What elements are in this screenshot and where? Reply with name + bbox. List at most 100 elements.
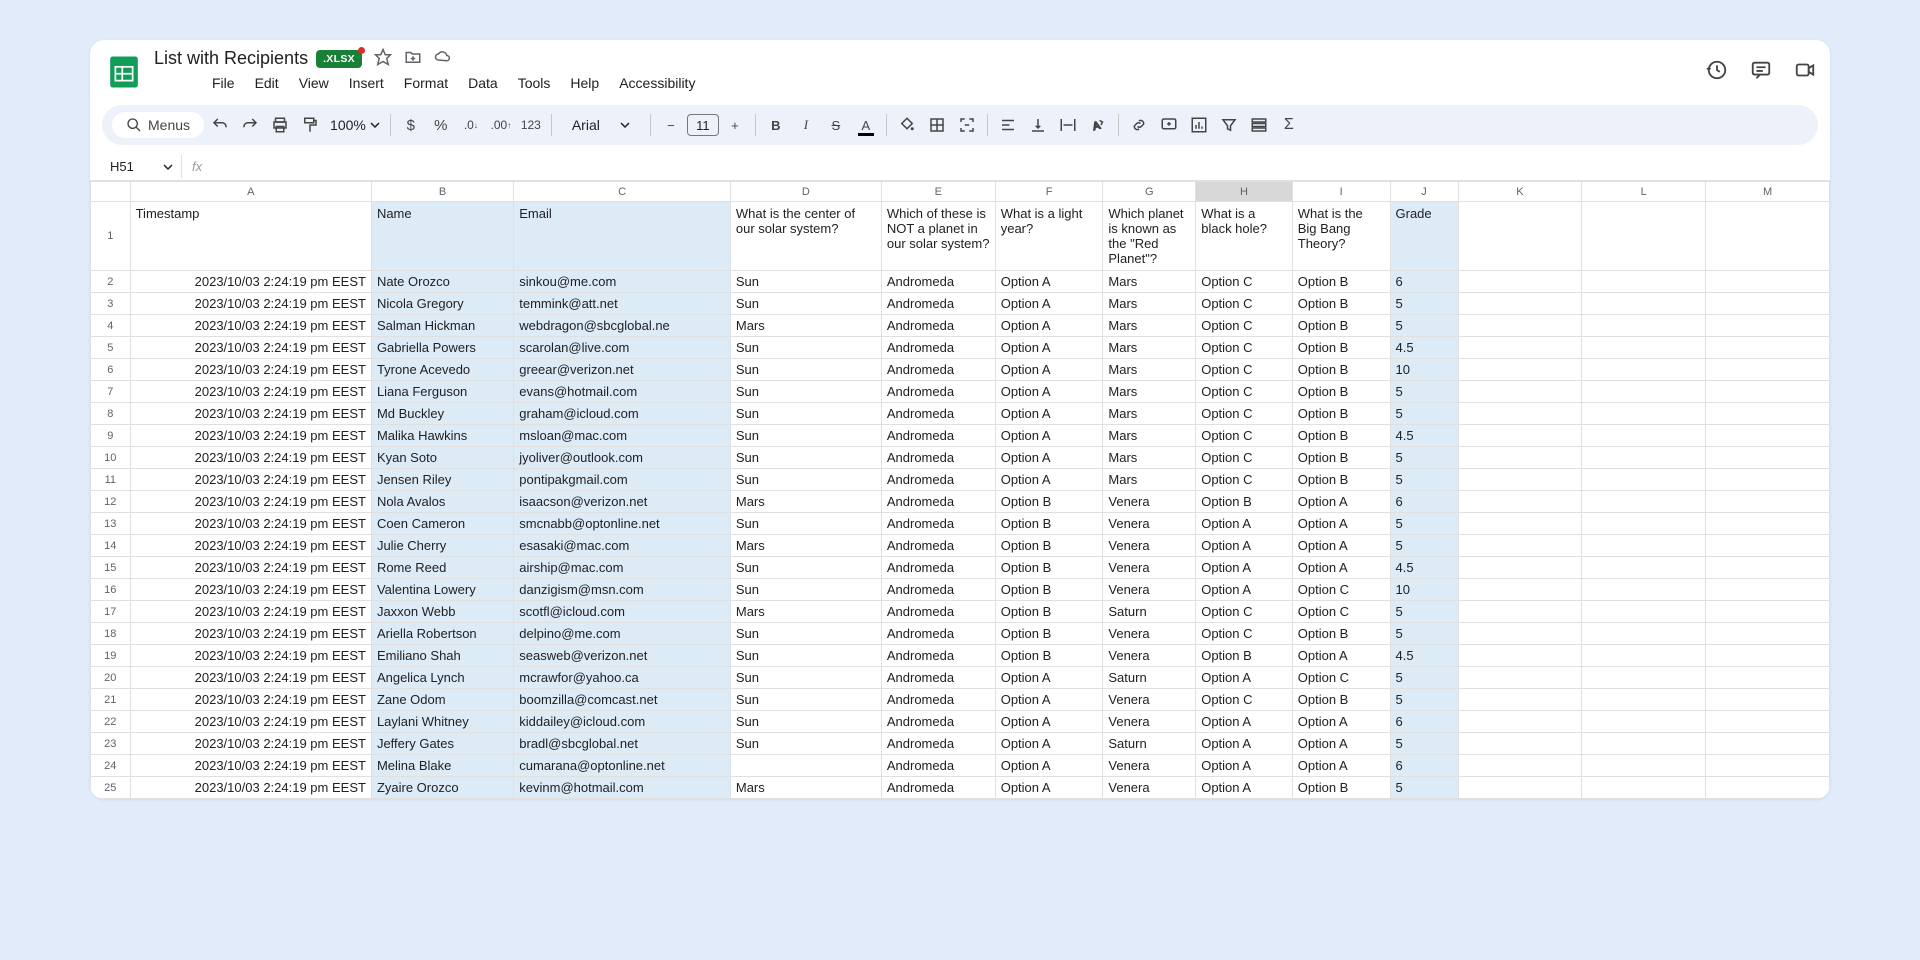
cell-L16[interactable] [1582,579,1706,601]
cell-E1[interactable]: Which of these is NOT a planet in our so… [881,202,995,271]
cell-L11[interactable] [1582,469,1706,491]
cell-G7[interactable]: Mars [1103,381,1196,403]
cell-G13[interactable]: Venera [1103,513,1196,535]
cell-H22[interactable]: Option A [1196,711,1293,733]
cell-F17[interactable]: Option B [995,601,1103,623]
add-comment-button[interactable] [1155,111,1183,139]
cell-F23[interactable]: Option A [995,733,1103,755]
cell-C15[interactable]: airship@mac.com [514,557,731,579]
menu-data[interactable]: Data [460,71,506,95]
h-align-button[interactable] [994,111,1022,139]
cell-J13[interactable]: 5 [1390,513,1458,535]
fill-color-button[interactable] [893,111,921,139]
zoom-select[interactable]: 100% [326,117,384,133]
cell-I10[interactable]: Option B [1292,447,1390,469]
star-icon[interactable] [374,48,392,69]
cell-D23[interactable]: Sun [730,733,881,755]
cell-J16[interactable]: 10 [1390,579,1458,601]
link-button[interactable] [1125,111,1153,139]
row-header-1[interactable]: 1 [91,202,131,271]
cell-K25[interactable] [1458,777,1582,799]
cell-A2[interactable]: 2023/10/03 2:24:19 pm EEST [130,271,371,293]
row-header-3[interactable]: 3 [91,293,131,315]
cell-L22[interactable] [1582,711,1706,733]
sheets-icon[interactable] [104,52,144,92]
cell-D24[interactable] [730,755,881,777]
cell-A24[interactable]: 2023/10/03 2:24:19 pm EEST [130,755,371,777]
cell-G19[interactable]: Venera [1103,645,1196,667]
cell-G14[interactable]: Venera [1103,535,1196,557]
column-headers[interactable]: ABCDEFGHIJKLM [91,182,1830,202]
cell-B11[interactable]: Jensen Riley [371,469,513,491]
cell-C2[interactable]: sinkou@me.com [514,271,731,293]
cell-F24[interactable]: Option A [995,755,1103,777]
cell-B20[interactable]: Angelica Lynch [371,667,513,689]
cell-E18[interactable]: Andromeda [881,623,995,645]
cell-B7[interactable]: Liana Ferguson [371,381,513,403]
cell-M20[interactable] [1706,667,1830,689]
cell-J12[interactable]: 6 [1390,491,1458,513]
cell-J9[interactable]: 4.5 [1390,425,1458,447]
row-header-7[interactable]: 7 [91,381,131,403]
cell-F11[interactable]: Option A [995,469,1103,491]
row-header-17[interactable]: 17 [91,601,131,623]
cell-K15[interactable] [1458,557,1582,579]
cell-H13[interactable]: Option A [1196,513,1293,535]
cell-C12[interactable]: isaacson@verizon.net [514,491,731,513]
strikethrough-button[interactable]: S [822,111,850,139]
cell-I3[interactable]: Option B [1292,293,1390,315]
cell-K10[interactable] [1458,447,1582,469]
cell-M5[interactable] [1706,337,1830,359]
cell-I17[interactable]: Option C [1292,601,1390,623]
cell-M13[interactable] [1706,513,1830,535]
cell-E4[interactable]: Andromeda [881,315,995,337]
cell-M2[interactable] [1706,271,1830,293]
insert-chart-button[interactable] [1185,111,1213,139]
cell-A16[interactable]: 2023/10/03 2:24:19 pm EEST [130,579,371,601]
increase-font-button[interactable]: + [721,111,749,139]
cell-I9[interactable]: Option B [1292,425,1390,447]
cell-J18[interactable]: 5 [1390,623,1458,645]
cell-B21[interactable]: Zane Odom [371,689,513,711]
cell-K13[interactable] [1458,513,1582,535]
cell-I6[interactable]: Option B [1292,359,1390,381]
cell-J4[interactable]: 5 [1390,315,1458,337]
cell-K3[interactable] [1458,293,1582,315]
cell-H25[interactable]: Option A [1196,777,1293,799]
cell-L18[interactable] [1582,623,1706,645]
cell-B18[interactable]: Ariella Robertson [371,623,513,645]
cell-B9[interactable]: Malika Hawkins [371,425,513,447]
cell-A6[interactable]: 2023/10/03 2:24:19 pm EEST [130,359,371,381]
cell-F6[interactable]: Option A [995,359,1103,381]
cell-M1[interactable] [1706,202,1830,271]
cell-D7[interactable]: Sun [730,381,881,403]
col-header-I[interactable]: I [1292,182,1390,202]
cell-D13[interactable]: Sun [730,513,881,535]
cell-K20[interactable] [1458,667,1582,689]
cell-L4[interactable] [1582,315,1706,337]
cell-F2[interactable]: Option A [995,271,1103,293]
cell-A22[interactable]: 2023/10/03 2:24:19 pm EEST [130,711,371,733]
cell-D9[interactable]: Sun [730,425,881,447]
cell-A17[interactable]: 2023/10/03 2:24:19 pm EEST [130,601,371,623]
row-header-10[interactable]: 10 [91,447,131,469]
cell-J8[interactable]: 5 [1390,403,1458,425]
cell-H21[interactable]: Option C [1196,689,1293,711]
cell-K18[interactable] [1458,623,1582,645]
cell-E2[interactable]: Andromeda [881,271,995,293]
cell-F19[interactable]: Option B [995,645,1103,667]
row-header-20[interactable]: 20 [91,667,131,689]
cell-K23[interactable] [1458,733,1582,755]
cell-J14[interactable]: 5 [1390,535,1458,557]
cloud-icon[interactable] [434,48,452,69]
cell-F10[interactable]: Option A [995,447,1103,469]
row-header-24[interactable]: 24 [91,755,131,777]
cell-L21[interactable] [1582,689,1706,711]
cell-D4[interactable]: Mars [730,315,881,337]
cell-L12[interactable] [1582,491,1706,513]
cell-H17[interactable]: Option C [1196,601,1293,623]
col-header-E[interactable]: E [881,182,995,202]
cell-M17[interactable] [1706,601,1830,623]
cell-G12[interactable]: Venera [1103,491,1196,513]
cell-M16[interactable] [1706,579,1830,601]
